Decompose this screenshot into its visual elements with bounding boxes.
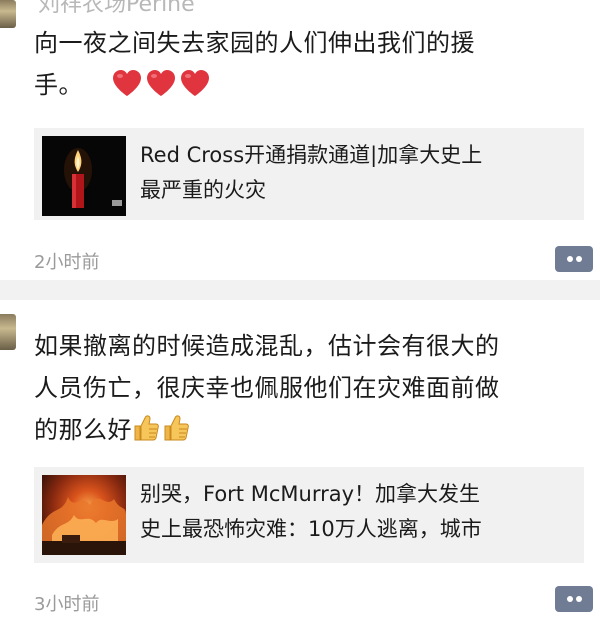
thumbs-up-icon [134,415,159,441]
link-title-line: 最严重的火灾 [140,178,266,202]
post-text-line: 人员伤亡，很庆幸也佩服他们在灾难面前做 [34,374,500,402]
comment-icon [567,596,573,602]
link-thumbnail [42,136,126,216]
link-thumbnail [42,475,126,555]
thumbs-up-icon [164,415,189,441]
emoji-group [111,68,211,98]
comment-button[interactable] [555,586,593,612]
link-title-line: 史上最恐怖灾难：10万人逃离，城市 [140,517,482,541]
avatar[interactable] [0,0,16,28]
candle-icon [64,148,122,208]
moment-post: 刘祥农场Perine 向一夜之间失去家园的人们伸出我们的援 手。 Red Cro… [0,0,600,280]
author-name[interactable]: 刘祥农场Perine [38,0,195,18]
link-title: 别哭，Fort McMurray！加拿大发生 史上最恐怖灾难：10万人逃离，城市 [140,477,580,547]
heart-icon [181,70,209,96]
heart-icon [113,70,141,96]
shared-link-card[interactable]: 别哭，Fort McMurray！加拿大发生 史上最恐怖灾难：10万人逃离，城市 [34,467,584,563]
link-title-line: Red Cross开通捐款通道|加拿大史上 [140,143,483,167]
comment-icon-dot [576,596,582,602]
post-timestamp: 2小时前 [34,252,100,273]
comment-icon-dot [576,256,582,262]
post-text: 向一夜之间失去家园的人们伸出我们的援 手。 [34,22,579,106]
moment-post: 如果撤离的时候造成混乱，估计会有很大的 人员伤亡，很庆幸也佩服他们在灾难面前做 … [0,300,600,625]
post-text-line: 向一夜之间失去家园的人们伸出我们的援 [34,29,475,57]
comment-button[interactable] [555,246,593,272]
fire-photo [42,497,126,555]
shared-link-card[interactable]: Red Cross开通捐款通道|加拿大史上 最严重的火灾 [34,128,584,220]
comment-icon [567,256,573,262]
link-title-line: 别哭，Fort McMurray！加拿大发生 [140,482,481,506]
post-timestamp: 3小时前 [34,594,100,615]
heart-icon [147,70,175,96]
post-text-line: 如果撤离的时候造成混乱，估计会有很大的 [34,332,500,360]
post-divider [0,280,600,300]
link-title: Red Cross开通捐款通道|加拿大史上 最严重的火灾 [140,138,580,208]
avatar[interactable] [0,314,16,350]
post-text-line: 手。 [34,71,83,99]
post-text: 如果撤离的时候造成混乱，估计会有很大的 人员伤亡，很庆幸也佩服他们在灾难面前做 … [34,325,579,451]
emoji-group [132,412,190,442]
post-text-line: 的那么好 [34,416,132,444]
